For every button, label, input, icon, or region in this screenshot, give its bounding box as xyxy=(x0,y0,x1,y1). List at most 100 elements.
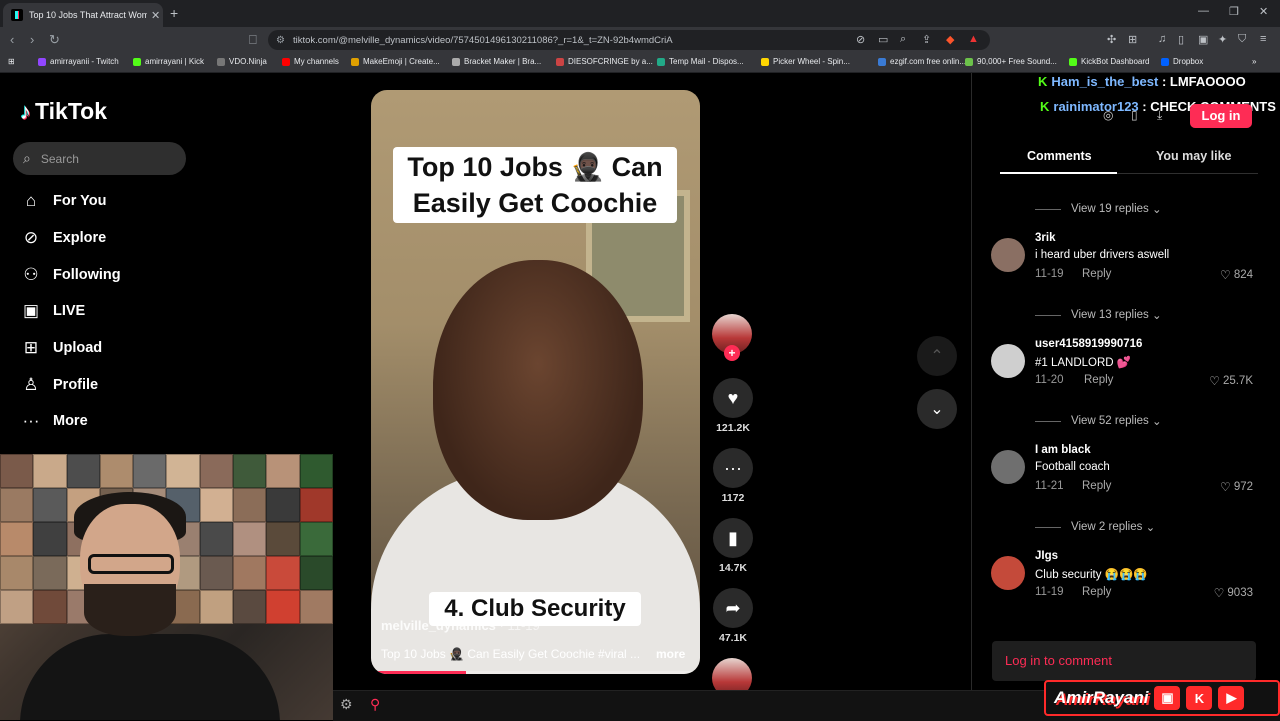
sidebar-item-more[interactable]: ··· More xyxy=(20,403,121,440)
apps-icon[interactable]: ⊞ xyxy=(8,57,15,66)
comment-author[interactable]: 3rik xyxy=(1035,232,1055,244)
screen-icon[interactable]: ▭ xyxy=(878,33,888,46)
view-replies-button[interactable]: View 19 replies ⌄ xyxy=(1035,202,1162,216)
sidebar-item-following[interactable]: ⚇ Following xyxy=(20,256,120,293)
phone-icon[interactable]: ▯ xyxy=(1131,108,1138,122)
sidebar-item-for-you[interactable]: ⌂ For You xyxy=(20,183,121,220)
comment-like-button[interactable]: ♡ 9033 xyxy=(1214,586,1253,600)
creator-avatar[interactable]: + xyxy=(712,314,752,361)
comment-like-button[interactable]: ♡ 824 xyxy=(1220,268,1253,282)
more-link[interactable]: more xyxy=(656,647,685,661)
bookmark-item[interactable]: KickBot Dashboard xyxy=(1069,57,1149,66)
video-player[interactable]: Top 10 Jobs 🥷🏿 Can Easily Get Coochie 4.… xyxy=(371,90,700,674)
coin-icon[interactable]: ◎ xyxy=(1103,108,1113,122)
rewards-icon[interactable]: ▲ xyxy=(968,33,979,45)
webcam-overlay xyxy=(0,454,333,720)
follow-plus-icon[interactable]: + xyxy=(724,345,740,361)
tab-comments[interactable]: Comments xyxy=(1027,149,1092,163)
avatar[interactable] xyxy=(991,344,1025,378)
forward-icon[interactable]: › xyxy=(30,32,34,47)
reply-button[interactable]: Reply xyxy=(1082,586,1111,598)
view-replies-button[interactable]: View 52 replies ⌄ xyxy=(1035,414,1162,428)
location-pin-icon[interactable]: ⚲ xyxy=(370,696,380,713)
share-button[interactable]: ➦ 47.1K xyxy=(712,588,754,644)
sidebar-item-live[interactable]: ▣ LIVE xyxy=(20,293,121,330)
login-to-comment-button[interactable]: Log in to comment xyxy=(992,641,1256,681)
reply-button[interactable]: Reply xyxy=(1082,268,1111,280)
comment-like-button[interactable]: ♡ 972 xyxy=(1220,480,1253,494)
tiktok-favicon-icon xyxy=(11,9,23,21)
bookmark-favicon-icon xyxy=(965,57,973,66)
bookmark-favicon-icon xyxy=(878,57,886,66)
site-info-icon[interactable]: ⚙ xyxy=(276,35,285,46)
bookmark-item[interactable]: MakeEmoji | Create... xyxy=(351,57,440,66)
bookmark-item[interactable]: ezgif.com free onlin... xyxy=(878,57,966,66)
sidebar-item-upload[interactable]: ⊞ Upload xyxy=(20,330,121,367)
back-icon[interactable]: ‹ xyxy=(10,32,14,47)
brave-shield-icon[interactable]: ◆ xyxy=(946,33,954,46)
avatar[interactable] xyxy=(991,238,1025,272)
bookmark-item[interactable]: Bracket Maker | Bra... xyxy=(452,57,541,66)
like-count: 121.2K xyxy=(716,422,750,434)
close-tab-icon[interactable]: ✕ xyxy=(151,9,160,22)
download-icon[interactable]: ⤓ xyxy=(1157,108,1162,123)
search-box[interactable]: ⌕ xyxy=(13,142,186,175)
bookmark-item[interactable]: amirrayanii - Twitch xyxy=(38,57,119,66)
view-replies-button[interactable]: View 13 replies ⌄ xyxy=(1035,308,1162,322)
comment-like-button[interactable]: ♡ 25.7K xyxy=(1209,374,1253,388)
avatar[interactable] xyxy=(991,556,1025,590)
alert-icon[interactable]: ⚙ xyxy=(340,696,353,713)
reply-button[interactable]: Reply xyxy=(1082,480,1111,492)
wallet-icon[interactable]: ▣ xyxy=(1198,33,1208,46)
sidebar-item-label: Profile xyxy=(53,376,99,393)
sidebar-item-profile[interactable]: ♙ Profile xyxy=(20,366,121,403)
reply-button[interactable]: Reply xyxy=(1084,374,1113,386)
avatar[interactable] xyxy=(991,450,1025,484)
sidebar-icon[interactable]: ▯ xyxy=(1178,33,1184,46)
zoom-icon[interactable]: ⌕ xyxy=(900,33,906,46)
search-input[interactable] xyxy=(38,150,163,167)
bookmark-icon[interactable]: ⎕ xyxy=(249,32,257,48)
ai-icon[interactable]: ✦ xyxy=(1218,33,1227,46)
extensions-icon[interactable]: ✣ xyxy=(1107,33,1116,46)
share-icon[interactable]: ⇪ xyxy=(922,33,931,46)
reload-icon[interactable]: ↻ xyxy=(49,32,60,48)
new-tab-icon[interactable]: + xyxy=(170,5,178,21)
home-icon: ⌂ xyxy=(25,191,37,211)
tab-search-icon[interactable]: ⊞ xyxy=(1128,33,1137,46)
vpn-icon[interactable]: ⛉ xyxy=(1238,33,1246,46)
comment-text: Club security 😭😭😭 xyxy=(1035,569,1148,581)
tiktok-logo[interactable]: ♪ TikTok xyxy=(20,98,107,125)
more-bookmarks-icon[interactable]: » xyxy=(1252,57,1256,66)
next-video-button[interactable]: ⌄ xyxy=(917,389,957,429)
comment-author[interactable]: I am black xyxy=(1035,444,1091,456)
bookmark-item[interactable]: Dropbox xyxy=(1161,57,1203,66)
bookmark-item[interactable]: VDO.Ninja xyxy=(217,57,267,66)
video-author[interactable]: melville_dynamics · 11-19 xyxy=(381,618,540,633)
chevron-down-icon: ⌄ xyxy=(1151,204,1162,216)
close-window-icon[interactable]: ✕ xyxy=(1259,5,1268,18)
bookmark-item[interactable]: My channels xyxy=(282,57,339,66)
bookmark-item[interactable]: 90,000+ Free Sound... xyxy=(965,57,1057,66)
browser-tab[interactable]: Top 10 Jobs That Attract Women ✕ xyxy=(3,3,163,27)
previous-video-button[interactable]: ⌃ xyxy=(917,336,957,376)
video-date: · 11-19 xyxy=(499,618,540,633)
bookmark-item[interactable]: Temp Mail - Dispos... xyxy=(657,57,744,66)
music-icon[interactable]: ♫ xyxy=(1158,33,1166,45)
comment-button[interactable]: ··· 1172 xyxy=(712,448,754,504)
sidebar-item-explore[interactable]: ⊘ Explore xyxy=(20,220,121,257)
bookmark-item[interactable]: Picker Wheel - Spin... xyxy=(761,57,850,66)
comment-author[interactable]: JIgs xyxy=(1035,550,1058,562)
bookmark-item[interactable]: DIESOFCRINGE by a... xyxy=(556,57,653,66)
bookmark-item[interactable]: amirrayani | Kick xyxy=(133,57,204,66)
login-button[interactable]: Log in xyxy=(1190,104,1252,128)
view-replies-button[interactable]: View 2 replies ⌄ xyxy=(1035,520,1155,534)
tab-you-may-like[interactable]: You may like xyxy=(1156,149,1232,163)
menu-icon[interactable]: ≡ xyxy=(1260,33,1266,45)
no-cast-icon[interactable]: ⊘ xyxy=(856,33,865,46)
save-button[interactable]: ▮ 14.7K xyxy=(712,518,754,574)
minimize-icon[interactable]: — xyxy=(1198,5,1209,17)
like-button[interactable]: ♥ 121.2K xyxy=(712,378,754,434)
comment-author[interactable]: user4158919990716 xyxy=(1035,338,1142,350)
restore-icon[interactable]: ❐ xyxy=(1229,5,1239,18)
